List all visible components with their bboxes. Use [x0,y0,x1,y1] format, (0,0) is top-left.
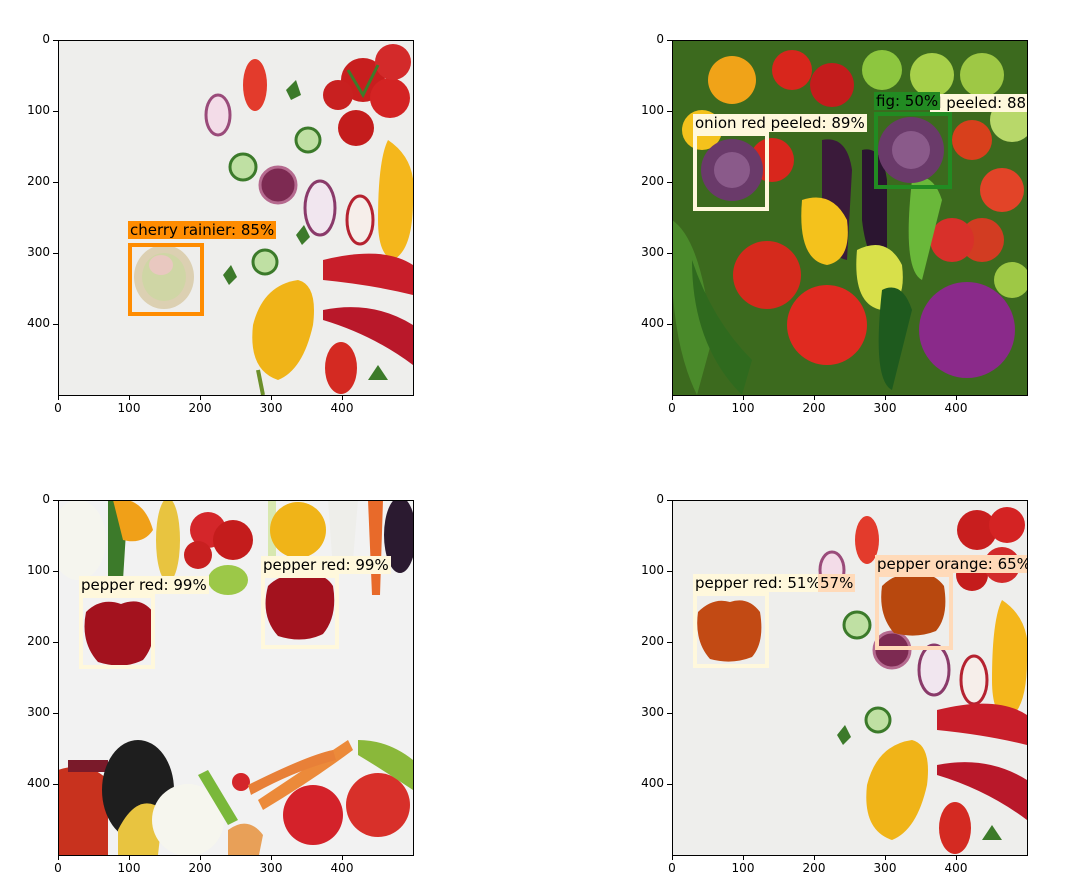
y-tick-label: 300 [641,245,664,259]
detection-label: onion red peeled: 89% [693,114,867,132]
y-tick-label: 400 [641,316,664,330]
y-tick-label: 400 [27,316,50,330]
x-tick-label: 0 [668,861,676,875]
detection-label: d peeled: 88 [930,94,1027,112]
x-tick-label: 200 [188,401,212,415]
x-tick-label: 0 [54,861,62,875]
detection-box [874,112,952,189]
y-tick-label: 0 [656,492,664,506]
x-tick-label: 300 [259,401,283,415]
detection-label: pepper red: 99% [261,556,391,574]
detection-label: pepper orange: 65% [875,555,1027,573]
y-tick-label: 100 [27,103,50,117]
detection-box [875,573,953,650]
detection-label: pepper red: 99% [79,576,209,594]
image-panel-bottom-left: pepper red: 99% pepper red: 99% [58,500,413,855]
image-panel-top-right: onion red peeled: 89% d peeled: 88 fig: … [672,40,1027,395]
y-tick-label: 200 [641,174,664,188]
x-tick-label: 100 [731,861,755,875]
detection-box [693,132,769,211]
x-tick-label: 200 [802,861,826,875]
x-tick-label: 100 [117,861,141,875]
vegetable-photo-white-bg [58,40,413,395]
detection-label: fig: 50% [874,92,941,110]
x-tick-label: 400 [944,861,968,875]
image-panel-top-left: cherry rainier: 85% [58,40,413,395]
y-tick-label: 400 [27,776,50,790]
detection-label: 57% [818,574,856,592]
x-tick-label: 0 [54,401,62,415]
detection-label: cherry rainier: 85% [128,221,277,239]
y-tick-label: 100 [641,563,664,577]
vegetable-photo-white-bg [672,500,1027,855]
y-tick-label: 300 [641,705,664,719]
x-tick-label: 300 [873,401,897,415]
y-tick-label: 200 [641,634,664,648]
x-tick-label: 300 [259,861,283,875]
vegetable-photo-border [58,500,413,855]
x-tick-label: 100 [731,401,755,415]
y-tick-label: 300 [27,705,50,719]
y-tick-label: 300 [27,245,50,259]
x-tick-label: 400 [944,401,968,415]
y-tick-label: 100 [27,563,50,577]
y-tick-label: 200 [27,174,50,188]
y-tick-label: 400 [641,776,664,790]
image-panel-bottom-right: pepper red: 51% 57% pepper orange: 65% [672,500,1027,855]
y-tick-label: 0 [656,32,664,46]
x-tick-label: 100 [117,401,141,415]
y-tick-label: 100 [641,103,664,117]
detection-box [693,592,769,668]
detection-label: pepper red: 51% [693,574,823,592]
y-tick-label: 0 [42,492,50,506]
x-tick-label: 400 [330,861,354,875]
x-tick-label: 0 [668,401,676,415]
x-tick-label: 200 [188,861,212,875]
x-tick-label: 400 [330,401,354,415]
x-tick-label: 300 [873,861,897,875]
detection-box [79,594,155,669]
detection-box [128,243,204,316]
detection-box [261,574,339,649]
x-tick-label: 200 [802,401,826,415]
y-tick-label: 0 [42,32,50,46]
y-tick-label: 200 [27,634,50,648]
